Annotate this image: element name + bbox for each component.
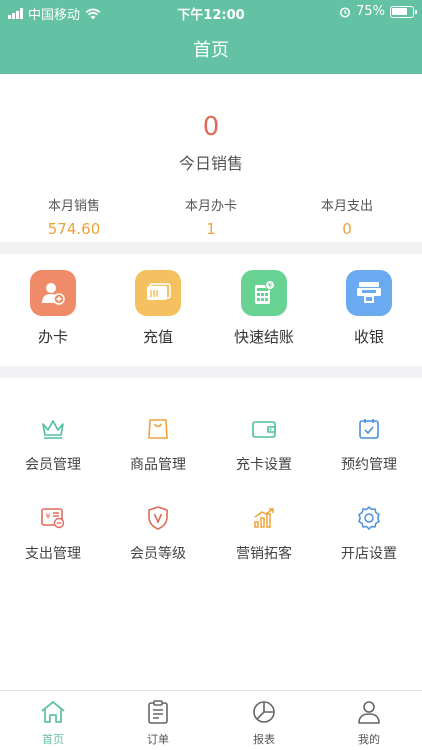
menu-marketing[interactable]: 营销拓客: [211, 503, 317, 563]
quick-recharge-button[interactable]: 充值: [105, 270, 211, 347]
page-title: 首页: [193, 40, 229, 61]
tab-orders-label: 订单: [147, 733, 169, 746]
expense-card-icon: ¥: [0, 503, 106, 533]
clipboard-icon: [148, 700, 168, 724]
menu-member-level[interactable]: 会员等级: [105, 503, 211, 563]
tab-profile-label: 我的: [358, 733, 380, 746]
today-sales-label: 今日销售: [178, 154, 243, 173]
today-sales-value: 0: [202, 112, 220, 142]
month-expense-value: 0: [342, 220, 352, 238]
quick-actions: 办卡 充值 ¥ 快速结账 收银: [0, 254, 422, 366]
menu-expense-management[interactable]: ¥ 支出管理: [0, 503, 106, 563]
menu-card-settings[interactable]: 充卡设置: [211, 414, 317, 474]
cash-register-icon: [346, 270, 392, 316]
quick-checkout-label: 快速结账: [233, 328, 294, 346]
battery-percent: 75%: [356, 4, 385, 19]
menu-label: 支出管理: [25, 546, 81, 562]
menu-label: 商品管理: [130, 457, 186, 473]
calculator-icon: ¥: [241, 270, 287, 316]
tab-bar: 首页 订单 报表 我的: [0, 690, 422, 750]
shield-v-icon: [105, 503, 211, 533]
menu-label: 会员等级: [130, 546, 186, 562]
tab-home-label: 首页: [42, 733, 64, 746]
month-cards-value: 1: [206, 220, 216, 238]
quick-cashier-label: 收银: [353, 328, 384, 346]
menu-label: 预约管理: [341, 457, 397, 473]
menu-label: 营销拓客: [236, 546, 292, 562]
home-icon: [41, 701, 65, 723]
status-bar: 中国移动 下午12:00 75%: [0, 0, 422, 24]
month-sales-value: 574.60: [47, 220, 101, 238]
wallet-icon: [211, 414, 317, 444]
menu-product-management[interactable]: 商品管理: [105, 414, 211, 474]
menu-label: 会员管理: [25, 457, 81, 473]
growth-chart-icon: [211, 503, 317, 533]
section-divider: [0, 366, 422, 378]
quick-checkout-button[interactable]: ¥ 快速结账: [211, 270, 317, 347]
quick-recharge-label: 充值: [142, 328, 173, 346]
pie-chart-icon: [253, 701, 275, 723]
alarm-icon: [340, 6, 351, 18]
sales-summary: 0 今日销售 本月销售 574.60 本月办卡 1 本月支出 0: [0, 74, 422, 242]
month-expense-label: 本月支出: [320, 199, 373, 214]
month-cards-stat[interactable]: 本月办卡 1: [141, 195, 281, 238]
menu-member-management[interactable]: 会员管理: [0, 414, 106, 474]
menu-appointment-management[interactable]: 预约管理: [316, 414, 422, 474]
tab-reports[interactable]: 报表: [211, 699, 317, 747]
month-expense-stat[interactable]: 本月支出 0: [277, 195, 417, 238]
svg-text:¥: ¥: [45, 512, 50, 521]
quick-add-card-label: 办卡: [37, 328, 68, 346]
section-divider: [0, 242, 422, 254]
menu-store-settings[interactable]: 开店设置: [316, 503, 422, 563]
menu-label: 充卡设置: [236, 457, 292, 473]
add-user-icon: [30, 270, 76, 316]
gear-icon: [316, 503, 422, 533]
tab-home[interactable]: 首页: [0, 699, 106, 747]
app-header: 中国移动 下午12:00 75% 首页: [0, 0, 422, 74]
person-icon: [358, 701, 380, 724]
svg-text:¥: ¥: [268, 282, 273, 290]
quick-cashier-button[interactable]: 收银: [316, 270, 422, 347]
menu-grid: 会员管理 商品管理 充卡设置 预约管理 ¥ 支出管理 会员等级 营销拓客 开店设…: [0, 378, 422, 690]
tab-reports-label: 报表: [253, 733, 275, 746]
tab-profile[interactable]: 我的: [316, 699, 422, 747]
month-sales-stat[interactable]: 本月销售 574.60: [4, 195, 144, 238]
calendar-check-icon: [316, 414, 422, 444]
crown-icon: [0, 414, 106, 444]
menu-label: 开店设置: [341, 546, 397, 562]
shopping-bag-icon: [105, 414, 211, 444]
card-stack-icon: [135, 270, 181, 316]
month-sales-label: 本月销售: [47, 199, 100, 214]
tab-orders[interactable]: 订单: [105, 699, 211, 747]
month-cards-label: 本月办卡: [184, 199, 237, 214]
quick-add-card-button[interactable]: 办卡: [0, 270, 106, 347]
battery-icon: [390, 5, 417, 18]
